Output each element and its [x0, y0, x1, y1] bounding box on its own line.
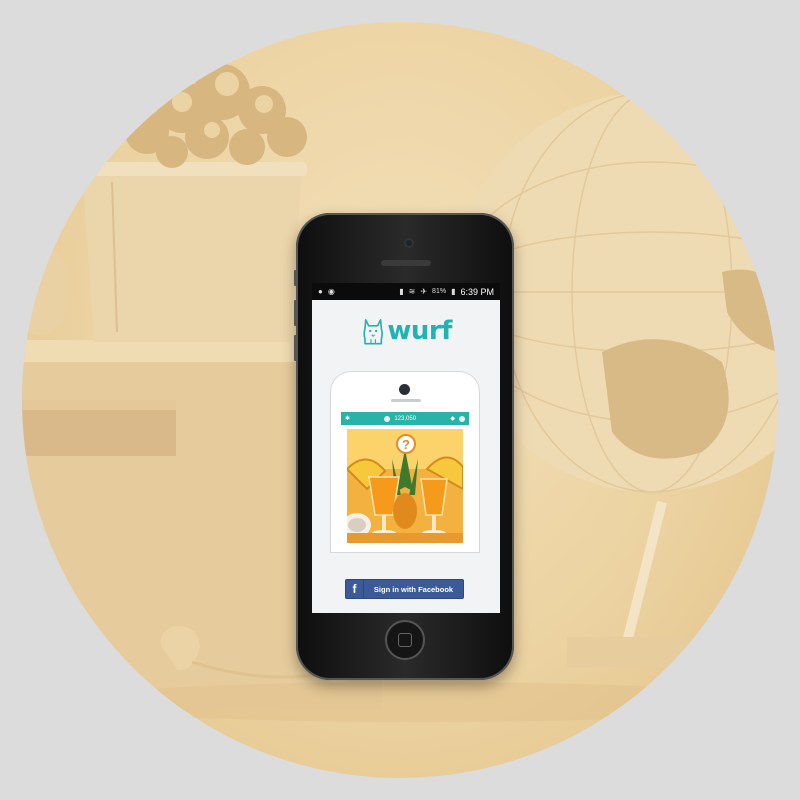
- app-preview-phone: ✱ 123,050 ◆ ?: [331, 372, 479, 552]
- gear-icon: ✱: [345, 416, 351, 422]
- location-pin-icon: ●: [318, 286, 323, 296]
- globe-stand: [622, 500, 667, 644]
- facebook-icon: f: [346, 580, 364, 598]
- status-bar: ● ◉ ▮ ≋ ✈ 81% ▮ 6:39 PM: [312, 283, 500, 300]
- question-badge[interactable]: ?: [396, 434, 416, 454]
- pinterest-icon: ◉: [327, 286, 335, 296]
- preview-cat-icon: [384, 415, 391, 422]
- chat-icon: [458, 415, 465, 422]
- battery-icon: ▮: [451, 286, 456, 296]
- status-time: 6:39 PM: [460, 286, 494, 297]
- preview-camera: [399, 384, 410, 395]
- home-button-icon: [398, 633, 412, 647]
- facebook-signin-button[interactable]: f Sign in with Facebook: [345, 579, 464, 599]
- volume-down-button: [294, 335, 297, 361]
- front-camera: [404, 238, 414, 248]
- mute-switch: [294, 270, 297, 286]
- cat-icon: [363, 318, 383, 344]
- tag-icon: ◆: [450, 416, 455, 422]
- airplane-icon: ✈: [420, 286, 428, 296]
- preview-header: ✱ 123,050 ◆: [341, 412, 469, 425]
- earpiece-speaker: [381, 260, 431, 266]
- wifi-icon: ≋: [408, 286, 416, 296]
- facebook-signin-label: Sign in with Facebook: [373, 584, 454, 594]
- logo-text: wurf: [387, 315, 452, 346]
- preview-score: 123,050: [394, 415, 417, 422]
- preview-speaker: [391, 399, 421, 402]
- globe-continent: [602, 339, 729, 459]
- battery-percent: 81%: [432, 288, 447, 295]
- phone-screen: ● ◉ ▮ ≋ ✈ 81% ▮ 6:39 PM wurf ✱ 123,050 ◆…: [312, 283, 500, 613]
- app-logo: wurf: [362, 308, 452, 353]
- sim-icon: ▮: [399, 286, 404, 296]
- scene: ● ◉ ▮ ≋ ✈ 81% ▮ 6:39 PM wurf ✱ 123,050 ◆…: [0, 0, 800, 800]
- volume-up-button: [294, 300, 297, 326]
